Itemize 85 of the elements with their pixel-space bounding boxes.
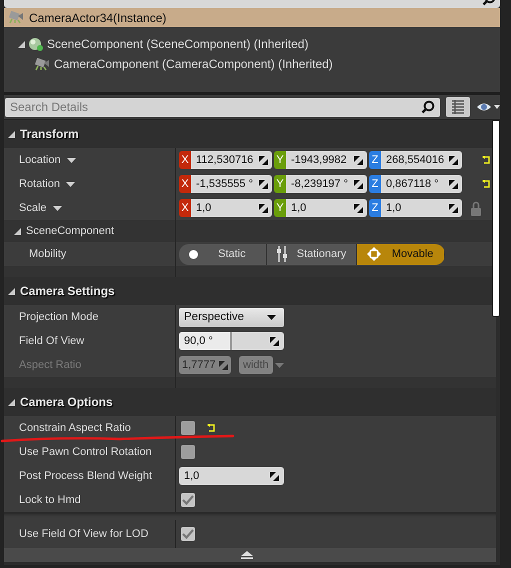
number-field[interactable]: 1,0 — [381, 199, 462, 217]
number-field[interactable]: 0,867118 ° — [381, 175, 462, 193]
drag-handle-icon[interactable] — [259, 156, 268, 164]
section-title[interactable]: Transform — [20, 127, 79, 141]
checkbox[interactable] — [181, 493, 195, 507]
mobility-option[interactable]: Movable — [357, 244, 445, 264]
drag-handle-icon[interactable] — [270, 336, 279, 346]
expand-arrow-icon[interactable] — [8, 288, 15, 294]
axis-label: X — [179, 199, 191, 217]
dropdown-caret-icon[interactable] — [66, 182, 75, 186]
property-label: Aspect Ratio — [19, 359, 82, 371]
reset-to-default-icon[interactable] — [482, 180, 491, 188]
checkbox[interactable] — [181, 421, 195, 435]
property-label: Post Process Blend Weight — [19, 470, 152, 482]
axis-label: Z — [369, 175, 381, 193]
number-field[interactable]: 112,530716 — [191, 151, 272, 169]
section-title[interactable]: Camera Options — [20, 395, 113, 409]
number-field[interactable]: 1,0 — [179, 467, 284, 485]
reset-to-default-icon[interactable] — [207, 424, 216, 432]
drag-handle-icon[interactable] — [449, 180, 458, 188]
number-field[interactable]: -1943,9982 — [286, 151, 367, 169]
number-field[interactable]: -8,239197 ° — [286, 175, 367, 193]
axis-label: X — [179, 151, 191, 169]
search-icon[interactable] — [421, 100, 435, 114]
collapse-advanced-icon[interactable] — [241, 551, 253, 559]
mobility-option[interactable]: Stationary — [266, 244, 358, 264]
property-label: Projection Mode — [19, 311, 98, 323]
number-field[interactable]: 90,0 ° — [179, 332, 284, 350]
dropdown-caret-icon[interactable] — [52, 206, 62, 210]
checkbox[interactable] — [181, 527, 195, 541]
camera-icon — [8, 11, 25, 24]
property-label: Use Pawn Control Rotation — [19, 446, 152, 458]
component-tree-item[interactable]: SceneComponent (SceneComponent) (Inherited) — [4, 34, 500, 54]
category-title: SceneComponent — [26, 225, 114, 237]
property-label: Scale — [19, 202, 47, 214]
drag-handle-icon[interactable] — [354, 204, 363, 212]
lock-icon[interactable] — [471, 200, 481, 216]
sliders-icon — [276, 246, 287, 262]
expand-arrow-icon[interactable] — [8, 130, 15, 138]
view-options-icon[interactable] — [446, 97, 470, 117]
property-label: Constrain Aspect Ratio — [19, 422, 131, 434]
axis-label: Z — [369, 199, 381, 217]
property-label: Field Of View — [19, 335, 84, 347]
eye-icon[interactable] — [476, 101, 500, 113]
number-field: 1,7777 — [179, 356, 231, 374]
expand-arrow-icon[interactable] — [8, 398, 15, 406]
drag-handle-icon[interactable] — [354, 156, 363, 164]
move-arrows-icon — [367, 247, 382, 261]
static-dot-icon — [189, 250, 198, 258]
search-details-box[interactable]: Search Details — [5, 98, 440, 116]
checkbox[interactable] — [181, 445, 195, 459]
number-field[interactable]: 1,0 — [191, 199, 272, 217]
sphere-icon — [28, 36, 44, 52]
property-label: Lock to Hmd — [19, 494, 81, 506]
axis-label: X — [179, 175, 191, 193]
property-label: Mobility — [29, 248, 66, 260]
dropdown-caret-icon[interactable] — [267, 314, 276, 320]
scrollbar-thumb[interactable] — [492, 120, 500, 317]
axis-label: Z — [369, 151, 381, 169]
section-title[interactable]: Camera Settings — [20, 284, 115, 298]
camera-icon — [34, 58, 51, 70]
axis-label: Y — [274, 175, 286, 193]
property-label: Use Field Of View for LOD — [19, 528, 148, 540]
expand-arrow-icon[interactable] — [18, 40, 25, 48]
drag-handle-icon[interactable] — [449, 156, 458, 164]
number-field[interactable]: -1,535555 ° — [191, 175, 272, 193]
drag-handle-icon[interactable] — [270, 472, 279, 480]
component-list-item[interactable]: CameraActor34(Instance) — [4, 8, 500, 27]
dropdown-caret-icon[interactable] — [66, 158, 76, 162]
component-tree-item[interactable]: CameraComponent (CameraComponent) (Inherited) — [4, 54, 500, 74]
property-label: Location — [19, 154, 61, 166]
mobility-option[interactable]: Static — [179, 244, 267, 264]
number-field[interactable]: 268,554016 — [381, 151, 462, 169]
drag-handle-icon[interactable] — [259, 204, 268, 212]
search-components-field[interactable] — [4, 0, 500, 8]
axis-label: Y — [274, 151, 286, 169]
axis-label: Y — [274, 199, 286, 217]
dropdown[interactable]: Perspective — [179, 308, 284, 326]
drag-handle-icon[interactable] — [259, 180, 268, 188]
reset-to-default-icon[interactable] — [482, 156, 491, 164]
property-label: Rotation — [19, 178, 60, 190]
drag-handle-icon[interactable] — [354, 180, 363, 188]
drag-handle-icon[interactable] — [449, 204, 458, 212]
number-field[interactable]: 1,0 — [286, 199, 367, 217]
expand-arrow-icon[interactable] — [14, 228, 21, 234]
